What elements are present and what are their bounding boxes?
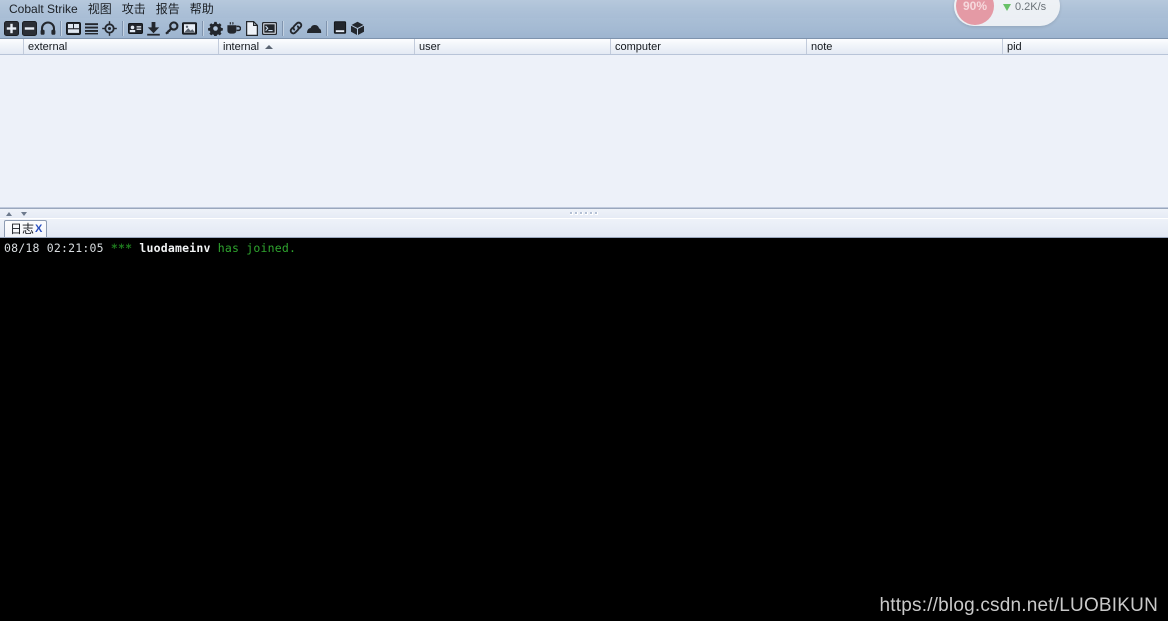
crosshair-target-icon (102, 20, 117, 36)
credentials-button[interactable] (127, 20, 144, 37)
menu-help[interactable]: 帮助 (185, 2, 219, 17)
cpu-usage-circle: 90% (956, 0, 994, 25)
bottom-tab-strip: 日志 X (0, 219, 1168, 238)
minus-square-icon (22, 20, 37, 36)
column-user[interactable]: user (415, 39, 611, 54)
key-icon (164, 20, 179, 36)
log-timestamp: 08/18 02:21:05 (4, 241, 104, 255)
network-speed-widget[interactable]: 90% 0.2K/s (954, 0, 1060, 26)
coffee-cup-icon (226, 21, 241, 35)
column-note-label: note (811, 41, 833, 53)
session-table-pane: external internal user computer note pid (0, 39, 1168, 208)
cube-icon (350, 21, 365, 36)
log-message: has joined. (217, 241, 297, 255)
host-file-button[interactable] (287, 20, 304, 37)
horizontal-split-divider[interactable] (0, 208, 1168, 219)
column-internal[interactable]: internal (219, 39, 415, 54)
network-rate-value: 0.2K/s (1015, 1, 1047, 13)
menu-attacks[interactable]: 攻击 (117, 2, 151, 17)
column-external-label: external (28, 41, 68, 53)
credentials-icon (128, 22, 143, 35)
log-line: 08/18 02:21:05 *** luodameinv has joined… (4, 241, 1168, 255)
column-row-handle[interactable] (0, 39, 24, 54)
server-button[interactable] (331, 20, 348, 37)
disconnect-button[interactable] (21, 20, 38, 37)
web-drive-by-button[interactable] (261, 20, 278, 37)
split-grip-icon (570, 212, 598, 215)
package-button[interactable] (349, 20, 366, 37)
listeners-button[interactable] (39, 20, 56, 37)
application-window: Cobalt Strike 视图 攻击 报告 帮助 90% 0.2K/s ext… (0, 0, 1168, 626)
menu-cobalt-strike[interactable]: Cobalt Strike (4, 2, 83, 17)
headphones-icon (40, 21, 56, 36)
tool-bar: 90% 0.2K/s (0, 0, 1168, 39)
tab-event-log-label: 日志 (10, 222, 35, 236)
column-computer-label: computer (615, 41, 661, 53)
watermark-text: https://blog.csdn.net/LUOBIKUN (879, 595, 1158, 616)
pivot-graph-button[interactable] (65, 20, 82, 37)
targets-button[interactable] (101, 20, 118, 37)
scripts-button[interactable] (207, 20, 224, 37)
session-table-button[interactable] (83, 20, 100, 37)
log-nickname: luodameinv (139, 241, 211, 255)
column-note[interactable]: note (807, 39, 1003, 54)
manage-web-button[interactable] (305, 20, 322, 37)
menu-reporting[interactable]: 报告 (151, 2, 185, 17)
pivot-graph-icon (66, 21, 81, 36)
plus-square-icon (4, 20, 19, 36)
new-connection-button[interactable] (3, 20, 20, 37)
cloud-icon (306, 23, 322, 34)
keystrokes-button[interactable] (163, 20, 180, 37)
collapse-down-arrow-icon[interactable] (21, 211, 27, 216)
column-pid[interactable]: pid (1003, 39, 1168, 54)
log-stars: *** (110, 241, 133, 255)
split-collapse-controls (6, 209, 27, 218)
column-user-label: user (419, 41, 441, 53)
toolbar-separator-2 (122, 20, 124, 36)
sort-ascending-icon (265, 45, 274, 49)
network-rate-group: 0.2K/s (1003, 0, 1046, 13)
event-log-console[interactable]: 08/18 02:21:05 *** luodameinv has joined… (0, 238, 1168, 621)
java-applet-button[interactable] (225, 20, 242, 37)
document-icon (245, 20, 258, 36)
console-window-icon (262, 21, 277, 35)
column-pid-label: pid (1007, 41, 1022, 53)
cpu-usage-value: 90% (962, 0, 988, 13)
tab-close-icon[interactable]: X (35, 223, 42, 235)
tab-event-log[interactable]: 日志 X (4, 220, 48, 237)
downloads-button[interactable] (145, 20, 162, 37)
download-arrow-icon (1003, 3, 1011, 11)
toolbar-separator-3 (202, 20, 204, 36)
column-internal-label: internal (223, 41, 260, 53)
session-table-body[interactable] (0, 55, 1168, 206)
column-computer[interactable]: computer (611, 39, 807, 54)
screenshots-button[interactable] (181, 20, 198, 37)
server-icon (333, 21, 347, 35)
picture-icon (182, 21, 197, 35)
link-icon (288, 21, 304, 35)
payload-file-button[interactable] (243, 20, 260, 37)
table-header-row: external internal user computer note pid (0, 39, 1168, 55)
toolbar-separator-4 (282, 20, 284, 36)
menu-view[interactable]: 视图 (83, 2, 117, 17)
toolbar-separator-1 (60, 20, 62, 36)
download-icon (146, 21, 161, 36)
toolbar-separator-5 (326, 20, 328, 36)
collapse-up-arrow-icon[interactable] (6, 211, 12, 216)
session-table-icon (84, 21, 99, 36)
column-external[interactable]: external (24, 39, 219, 54)
gear-icon (208, 21, 223, 36)
